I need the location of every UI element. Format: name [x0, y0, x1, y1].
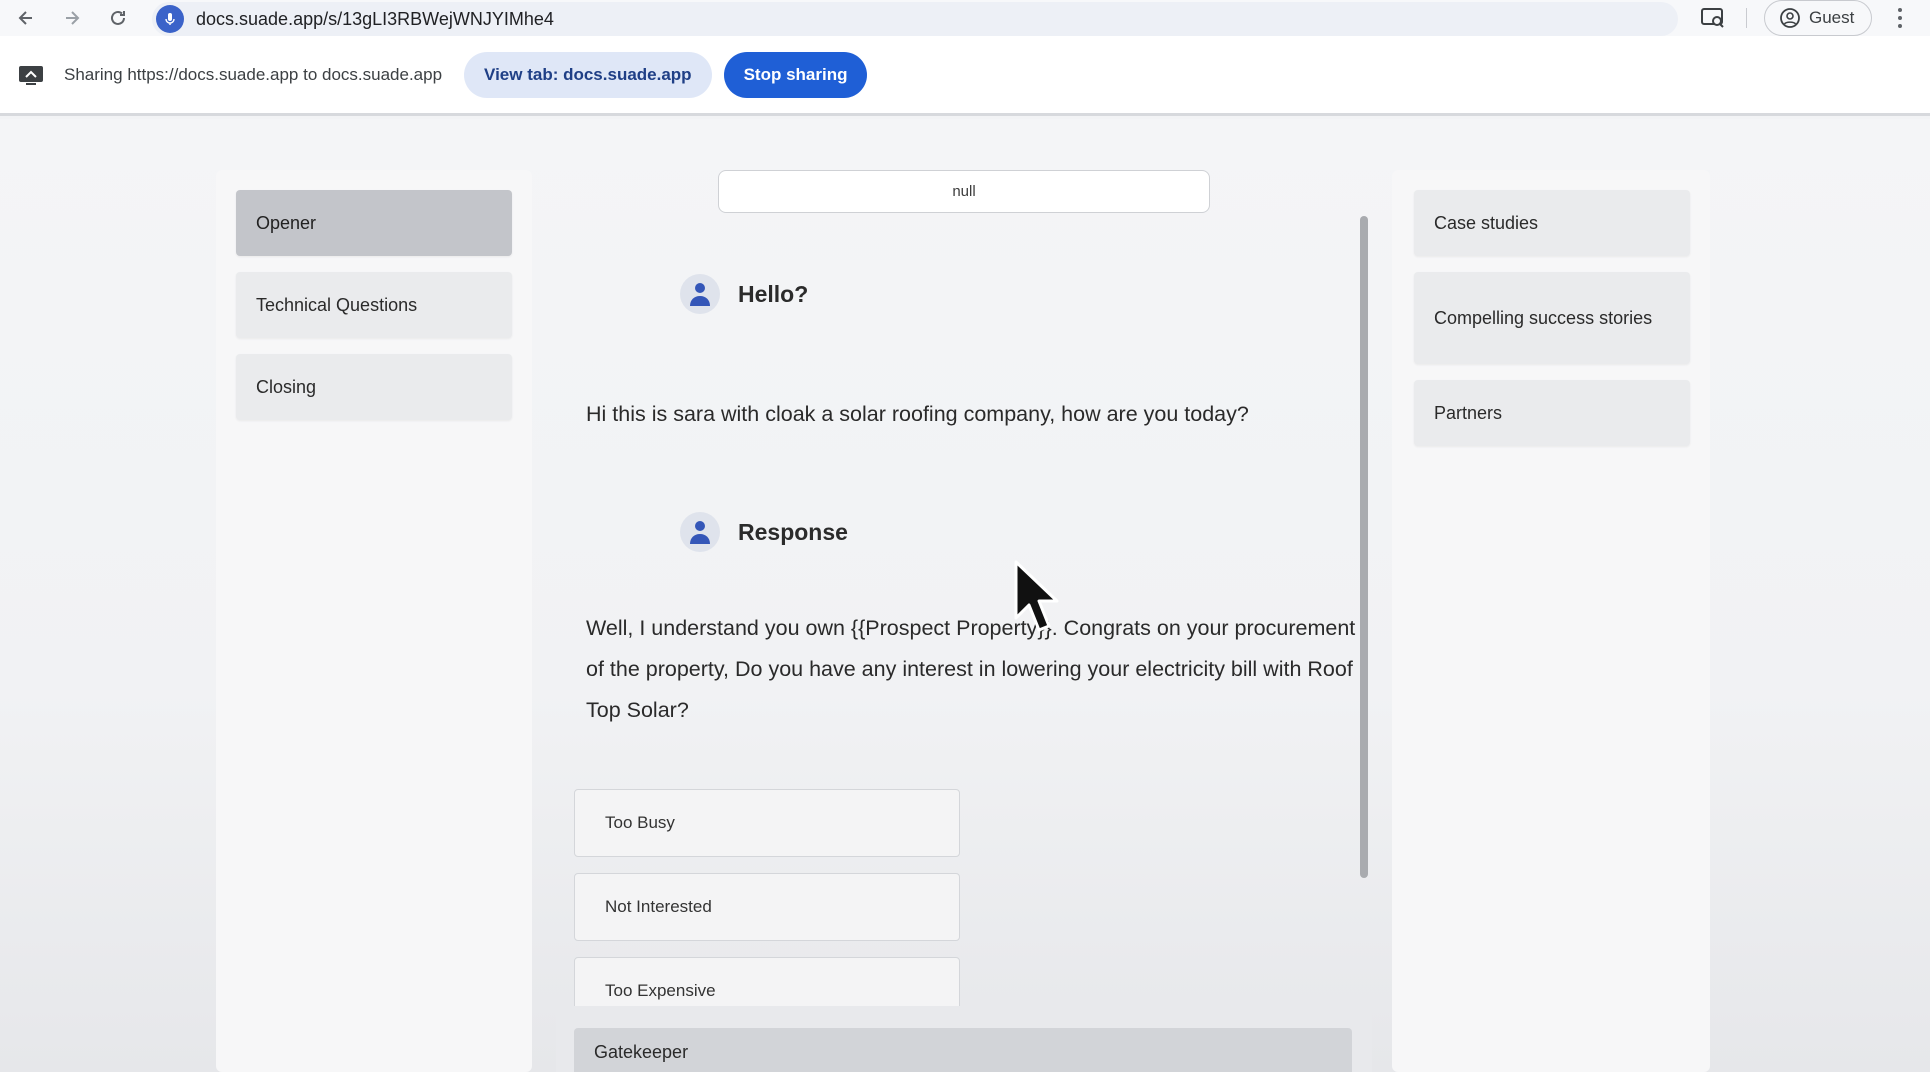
stop-sharing-button[interactable]: Stop sharing [723, 51, 868, 98]
sidebar-item-opener[interactable]: Opener [236, 190, 512, 256]
account-icon [1780, 8, 1800, 28]
message-text: Hi this is sara with cloak a solar roofi… [586, 402, 1249, 426]
screen-share-icon [19, 65, 43, 85]
script-content: null Hello? Hi this is sara with cloak a… [556, 170, 1372, 1072]
sidebar-item-technical-questions[interactable]: Technical Questions [236, 272, 512, 338]
section-sidebar: Opener Technical Questions Closing [216, 170, 532, 1072]
resources-panel: Case studies Compelling success stories … [1392, 170, 1710, 1072]
user-avatar-icon [680, 274, 720, 314]
speaker-header: Response [680, 512, 848, 552]
scrollbar[interactable] [1360, 216, 1368, 878]
more-menu-icon[interactable] [1890, 4, 1910, 32]
microphone-icon [156, 5, 184, 33]
resource-compelling-success-stories[interactable]: Compelling success stories [1414, 272, 1690, 364]
profile-label: Guest [1809, 8, 1855, 27]
response-option-too-busy[interactable]: Too Busy [574, 789, 960, 857]
gatekeeper-section[interactable]: Gatekeeper [574, 1028, 1352, 1072]
resource-case-studies[interactable]: Case studies [1414, 190, 1690, 256]
browser-toolbar: docs.suade.app/s/13gLI3RBWejWNJYIMhe4 Gu… [0, 0, 1930, 36]
sharing-status-text: Sharing https://docs.suade.app to docs.s… [64, 64, 443, 84]
view-tab-button[interactable]: View tab: docs.suade.app [464, 51, 712, 98]
forward-icon[interactable] [58, 4, 86, 32]
speaker-name: Response [738, 518, 848, 545]
profile-button[interactable]: Guest [1764, 0, 1872, 36]
reload-icon[interactable] [104, 4, 132, 32]
speaker-header: Hello? [680, 274, 808, 314]
user-avatar-icon [680, 512, 720, 552]
response-option-not-interested[interactable]: Not Interested [574, 873, 960, 941]
speaker-name: Hello? [738, 280, 809, 307]
null-field[interactable]: null [718, 170, 1210, 213]
mouse-cursor-icon [1014, 560, 1059, 632]
back-icon[interactable] [12, 4, 40, 32]
screen-sharing-bar: Sharing https://docs.suade.app to docs.s… [0, 36, 1930, 116]
url-text: docs.suade.app/s/13gLI3RBWejWNJYIMhe4 [196, 8, 554, 29]
sidebar-item-closing[interactable]: Closing [236, 354, 512, 420]
address-bar[interactable]: docs.suade.app/s/13gLI3RBWejWNJYIMhe4 [152, 2, 1678, 36]
toolbar-divider [1746, 8, 1747, 28]
message-text: Well, I understand you own {{Prospect Pr… [586, 616, 1356, 722]
resource-partners[interactable]: Partners [1414, 380, 1690, 446]
screen-search-icon[interactable] [1700, 6, 1726, 30]
